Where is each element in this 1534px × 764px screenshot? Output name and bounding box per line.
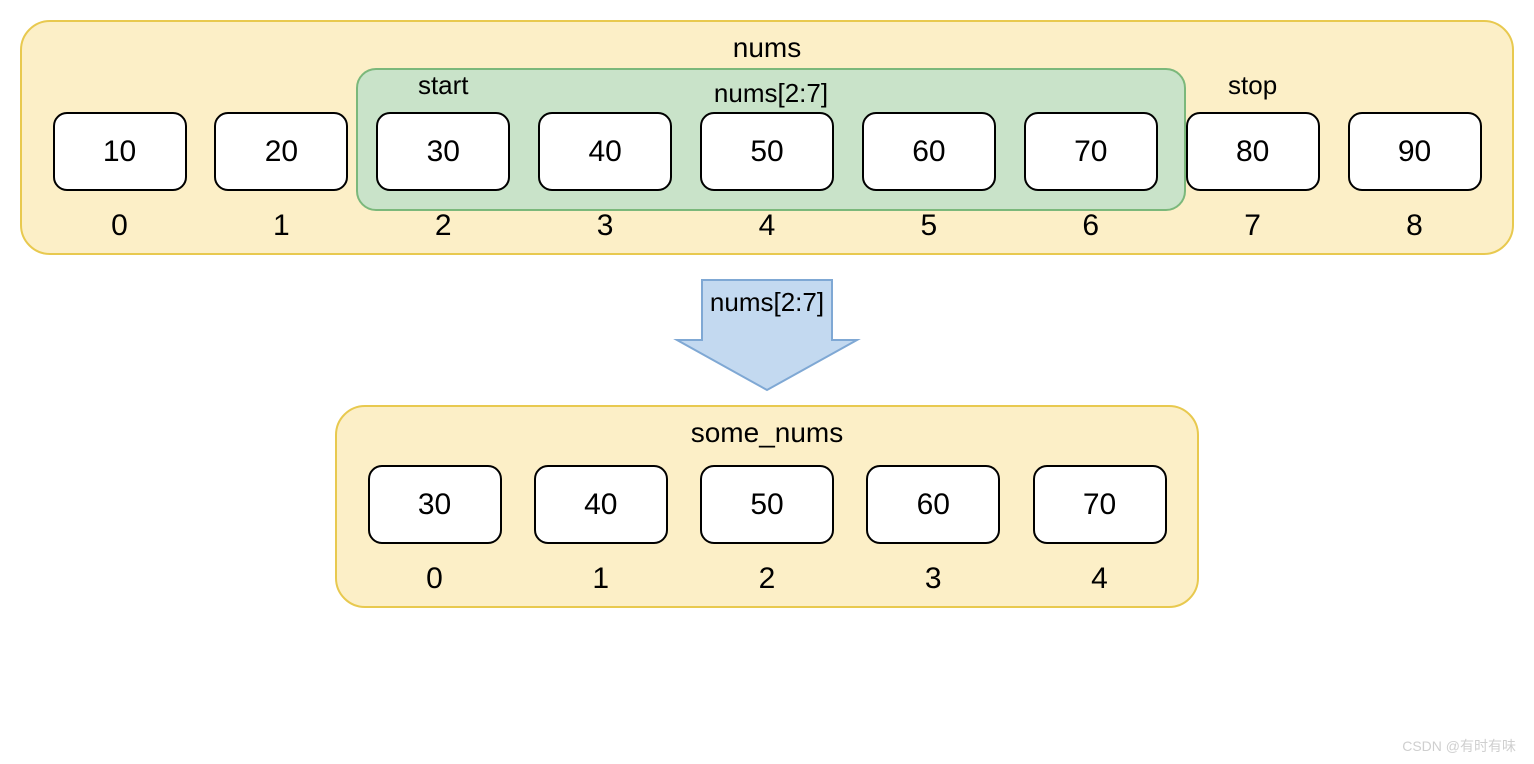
nums-cell: 30 (376, 112, 510, 191)
nums-index: 1 (273, 209, 290, 243)
nums-col: start 30 2 (366, 70, 521, 243)
nums-container: nums nums[2:7] 10 0 20 1 start 30 2 40 3… (20, 20, 1514, 255)
nums-cell: 90 (1348, 112, 1482, 191)
some-nums-index: 4 (1091, 562, 1108, 596)
nums-row: 10 0 20 1 start 30 2 40 3 50 4 60 5 (42, 70, 1492, 243)
nums-index: 0 (111, 209, 128, 243)
watermark: CSDN @有时有味 (1402, 736, 1516, 756)
nums-col: 40 3 (528, 70, 683, 243)
some-nums-wrap: some_nums 30 0 40 1 50 2 60 3 70 4 (20, 405, 1514, 608)
nums-index: 7 (1244, 209, 1261, 243)
start-label: start (418, 70, 469, 102)
arrow-label: nums[2:7] (710, 287, 824, 318)
some-nums-cell: 50 (700, 465, 834, 544)
some-nums-col: 30 0 (357, 455, 512, 596)
nums-col: 70 6 (1013, 70, 1168, 243)
some-nums-col: 70 4 (1022, 455, 1177, 596)
nums-col: 50 4 (690, 70, 845, 243)
some-nums-row: 30 0 40 1 50 2 60 3 70 4 (357, 455, 1177, 596)
nums-index: 5 (921, 209, 938, 243)
nums-index: 2 (435, 209, 452, 243)
nums-index: 4 (759, 209, 776, 243)
nums-cell: 10 (53, 112, 187, 191)
nums-cell: 80 (1186, 112, 1320, 191)
stop-label: stop (1228, 70, 1277, 102)
some-nums-cell: 70 (1033, 465, 1167, 544)
some-nums-cell: 30 (368, 465, 502, 544)
nums-col: 10 0 (42, 70, 197, 243)
nums-cell: 60 (862, 112, 996, 191)
nums-col: 90 8 (1337, 70, 1492, 243)
some-nums-index: 1 (592, 562, 609, 596)
nums-cell: 20 (214, 112, 348, 191)
nums-col: stop 80 7 (1175, 70, 1330, 243)
nums-cell: 50 (700, 112, 834, 191)
nums-index: 3 (597, 209, 614, 243)
some-nums-col: 40 1 (523, 455, 678, 596)
some-nums-title: some_nums (357, 417, 1177, 449)
some-nums-cell: 40 (534, 465, 668, 544)
some-nums-col: 60 3 (856, 455, 1011, 596)
nums-col: 20 1 (204, 70, 359, 243)
nums-cell: 70 (1024, 112, 1158, 191)
some-nums-cell: 60 (866, 465, 1000, 544)
some-nums-index: 0 (426, 562, 443, 596)
some-nums-index: 2 (759, 562, 776, 596)
nums-col: 60 5 (851, 70, 1006, 243)
slice-arrow: nums[2:7] (20, 275, 1514, 395)
nums-index: 8 (1406, 209, 1423, 243)
nums-title: nums (42, 32, 1492, 64)
nums-cell: 40 (538, 112, 672, 191)
some-nums-index: 3 (925, 562, 942, 596)
some-nums-container: some_nums 30 0 40 1 50 2 60 3 70 4 (335, 405, 1199, 608)
nums-index: 6 (1082, 209, 1099, 243)
some-nums-col: 50 2 (690, 455, 845, 596)
